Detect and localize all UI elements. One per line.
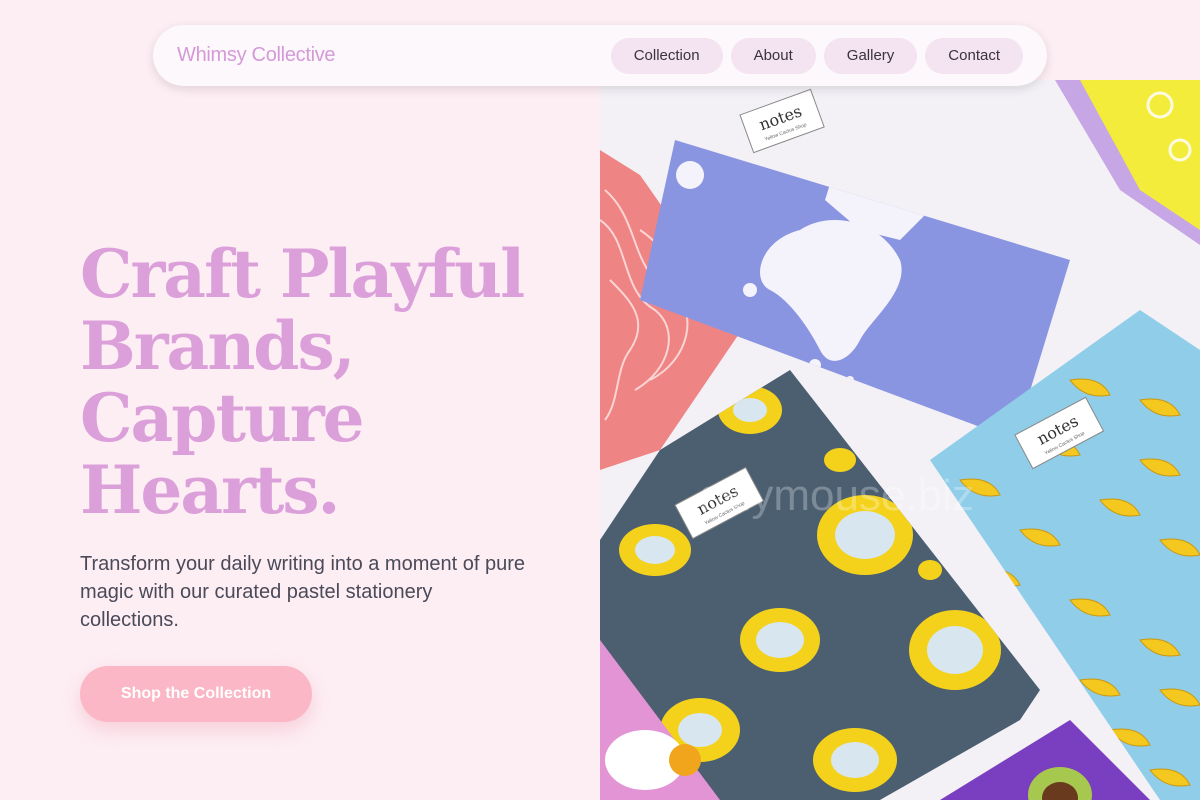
main-nav: Collection About Gallery Contact <box>610 37 1023 74</box>
headline-line-4: Hearts. <box>80 451 341 529</box>
nav-collection[interactable]: Collection <box>610 37 723 74</box>
brand-logo[interactable]: Whimsy Collective <box>177 44 336 67</box>
headline-line-1: Craft Playful <box>80 235 525 313</box>
image-watermark: sillymouse.biz <box>700 471 974 520</box>
hero-subtext: Transform your daily writing into a mome… <box>80 553 525 631</box>
headline-line-3: Capture <box>80 379 365 457</box>
shop-collection-button[interactable]: Shop the Collection <box>80 666 312 722</box>
headline-line-2: Brands, <box>80 307 356 385</box>
periwinkle-milk-notebook: notes Yellow Cactus Shop <box>640 88 1070 440</box>
yellow-notebook-corner <box>1055 80 1200 245</box>
top-navbar: Whimsy Collective Collection About Galle… <box>153 25 1047 86</box>
nav-about[interactable]: About <box>730 37 816 74</box>
hero-product-image: notes Yellow Cactus Shop notes Yellow Ca… <box>600 80 1200 800</box>
nav-contact[interactable]: Contact <box>925 37 1023 74</box>
notebooks-illustration: notes Yellow Cactus Shop notes Yellow Ca… <box>600 80 1200 800</box>
hero-headline: Craft Playful Brands, Capture Hearts. <box>80 238 550 526</box>
nav-gallery[interactable]: Gallery <box>823 37 918 74</box>
